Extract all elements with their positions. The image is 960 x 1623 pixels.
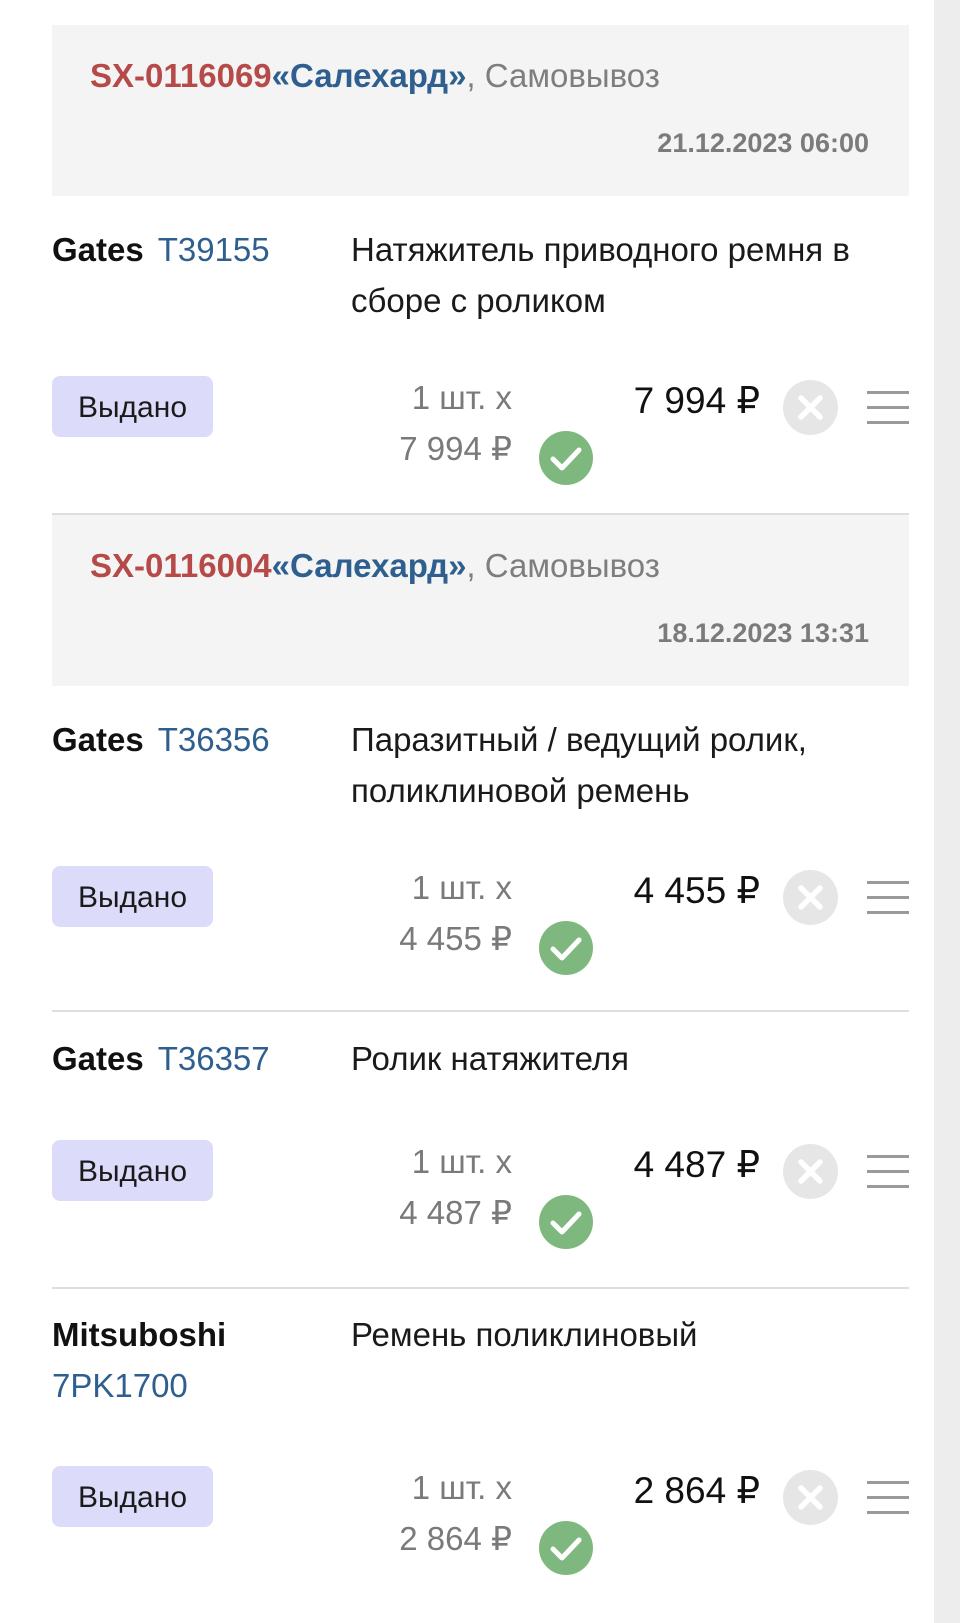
cancel-circle-icon[interactable] bbox=[783, 1470, 838, 1525]
item-description: Ремень поликлиновый bbox=[351, 1316, 698, 1353]
order-city: Салехард bbox=[290, 57, 449, 94]
status-badge[interactable]: Выдано bbox=[52, 1466, 213, 1527]
item-article-link[interactable]: T36357 bbox=[158, 1040, 270, 1077]
item-article-link[interactable]: T36356 bbox=[158, 721, 270, 758]
order-delivery: , Самовывоз bbox=[466, 57, 660, 94]
item-total: 4 487 ₽ bbox=[633, 1144, 760, 1185]
check-circle-icon bbox=[539, 1521, 593, 1575]
item-description: Паразитный / ведущий ролик, поликлиновой… bbox=[351, 721, 807, 809]
status-badge[interactable]: Выдано bbox=[52, 866, 213, 927]
item-article-link[interactable]: 7PK1700 bbox=[52, 1360, 342, 1411]
order-date: 18.12.2023 13:31 bbox=[657, 618, 869, 648]
order-item: Gates T36356 Паразитный / ведущий ролик, … bbox=[52, 686, 909, 1013]
cancel-circle-icon[interactable] bbox=[783, 870, 838, 925]
order-item: Gates T39155 Натяжитель приводного ремня … bbox=[52, 196, 909, 515]
order-date: 21.12.2023 06:00 bbox=[657, 128, 869, 158]
item-unit-price: 1 шт. х 2 864 ₽ bbox=[352, 1462, 512, 1564]
check-circle-icon bbox=[539, 431, 593, 485]
item-divider bbox=[52, 1010, 909, 1012]
status-badge[interactable]: Выдано bbox=[52, 376, 213, 437]
item-description: Ролик натяжителя bbox=[351, 1040, 629, 1077]
cancel-circle-icon[interactable] bbox=[783, 1144, 838, 1199]
item-brand: Gates bbox=[52, 231, 144, 268]
order-id[interactable]: SX-0116069 bbox=[90, 57, 272, 94]
menu-lines-icon[interactable] bbox=[867, 391, 909, 425]
item-brand: Gates bbox=[52, 1040, 144, 1077]
item-quantity: 1 шт. х bbox=[411, 1469, 512, 1506]
menu-lines-icon[interactable] bbox=[867, 1481, 909, 1515]
order-quote-close: » bbox=[448, 57, 467, 94]
item-brand-article: Gates T39155 bbox=[52, 224, 342, 275]
item-unit-price: 1 шт. х 7 994 ₽ bbox=[352, 372, 512, 474]
item-brand-article: Mitsuboshi 7PK1700 bbox=[52, 1309, 342, 1411]
item-unit-price: 1 шт. х 4 487 ₽ bbox=[352, 1136, 512, 1238]
item-quantity: 1 шт. х bbox=[411, 1143, 512, 1180]
item-brand: Gates bbox=[52, 721, 144, 758]
order-id[interactable]: SX-0116004 bbox=[90, 547, 272, 584]
item-total: 7 994 ₽ bbox=[633, 380, 760, 421]
order-delivery: , Самовывоз bbox=[466, 547, 660, 584]
order-title: SX-0116004«Салехард», Самовывоз bbox=[90, 547, 660, 585]
item-total: 2 864 ₽ bbox=[633, 1470, 760, 1511]
order-header[interactable]: SX-0116004«Салехард», Самовывоз 18.12.20… bbox=[52, 515, 909, 686]
item-brand-article: Gates T36356 bbox=[52, 714, 342, 765]
order-quote-open: « bbox=[271, 57, 291, 94]
order-item: Mitsuboshi 7PK1700 Ремень поликлиновый В… bbox=[52, 1289, 909, 1609]
item-brand-article: Gates T36357 bbox=[52, 1033, 342, 1084]
item-brand: Mitsuboshi bbox=[52, 1316, 227, 1353]
order-item: Gates T36357 Ролик натяжителя Выдано 1 шт… bbox=[52, 1013, 909, 1289]
order-title: SX-0116069«Салехард», Самовывоз bbox=[90, 57, 660, 95]
item-unit-price: 1 шт. х 4 455 ₽ bbox=[352, 862, 512, 964]
item-quantity: 1 шт. х bbox=[411, 869, 512, 906]
item-price: 4 455 ₽ bbox=[399, 920, 512, 957]
item-total: 4 455 ₽ bbox=[633, 870, 760, 911]
order-quote-close: » bbox=[448, 547, 467, 584]
order-city: Салехард bbox=[290, 547, 449, 584]
menu-lines-icon[interactable] bbox=[867, 881, 909, 915]
item-description: Натяжитель приводного ремня в сборе с ро… bbox=[351, 231, 850, 319]
item-price: 4 487 ₽ bbox=[399, 1194, 512, 1231]
order-header[interactable]: SX-0116069«Салехард», Самовывоз 21.12.20… bbox=[52, 25, 909, 196]
item-price: 2 864 ₽ bbox=[399, 1520, 512, 1557]
check-circle-icon bbox=[539, 921, 593, 975]
item-article-link[interactable]: T39155 bbox=[158, 231, 270, 268]
item-price: 7 994 ₽ bbox=[399, 430, 512, 467]
item-quantity: 1 шт. х bbox=[411, 379, 512, 416]
check-circle-icon bbox=[539, 1195, 593, 1249]
order-quote-open: « bbox=[271, 547, 291, 584]
status-badge[interactable]: Выдано bbox=[52, 1140, 213, 1201]
orders-page: SX-0116069«Салехард», Самовывоз 21.12.20… bbox=[0, 0, 934, 1623]
cancel-circle-icon[interactable] bbox=[783, 380, 838, 435]
orders-list: SX-0116069«Салехард», Самовывоз 21.12.20… bbox=[52, 25, 909, 1609]
menu-lines-icon[interactable] bbox=[867, 1155, 909, 1189]
